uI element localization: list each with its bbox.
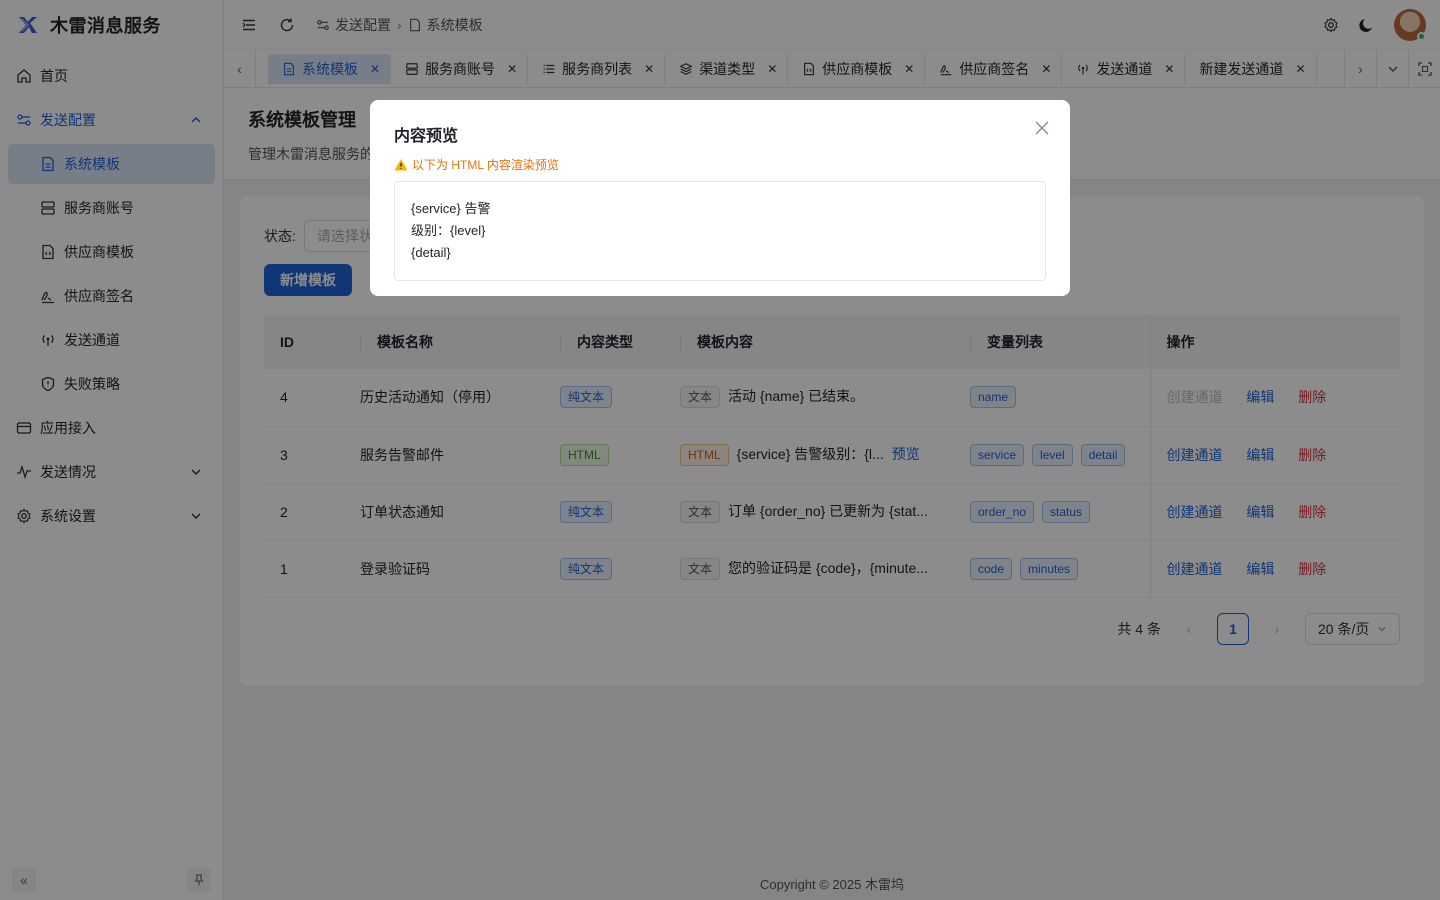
content-preview-modal: 内容预览 以下为 HTML 内容渲染预览 {service} 告警 级别：{le… bbox=[370, 100, 1070, 296]
modal-warning-text: 以下为 HTML 内容渲染预览 bbox=[412, 158, 559, 172]
preview-line: {service} 告警 bbox=[411, 201, 491, 216]
modal-title: 内容预览 bbox=[394, 128, 459, 145]
close-icon[interactable] bbox=[1034, 120, 1050, 136]
modal-warning: 以下为 HTML 内容渲染预览 bbox=[394, 156, 1046, 173]
preview-line: {detail} bbox=[411, 245, 451, 260]
preview-line: 级别：{level} bbox=[411, 223, 486, 238]
warning-icon bbox=[394, 158, 408, 170]
html-preview-box: {service} 告警 级别：{level} {detail} bbox=[394, 181, 1046, 281]
